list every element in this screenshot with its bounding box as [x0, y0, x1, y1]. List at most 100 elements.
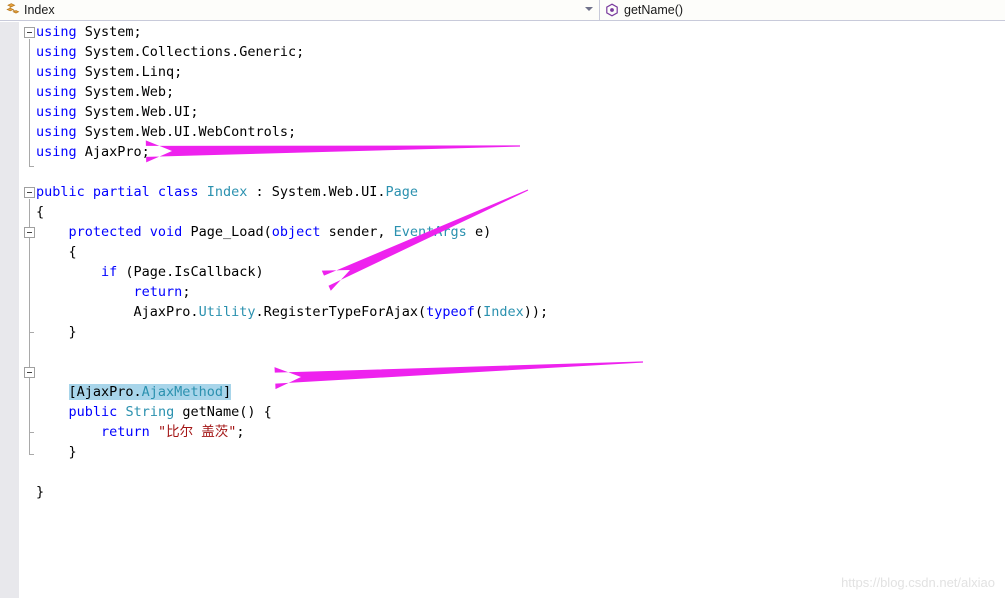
code-token: Index [483, 304, 524, 320]
code-token: using [36, 84, 77, 100]
code-token: typeof [426, 304, 475, 320]
code-token: Page_Load( [182, 224, 272, 240]
code-token: : System.Web.UI. [247, 184, 386, 200]
fold-tick-usings [29, 166, 34, 167]
fold-box-getname[interactable] [24, 367, 35, 378]
code-token: using [36, 124, 77, 140]
code-line[interactable]: AjaxPro.Utility.RegisterTypeForAjax(type… [36, 302, 1005, 322]
code-token: Page [385, 184, 419, 200]
code-line[interactable]: return "比尔 盖茨"; [36, 422, 1005, 442]
code-token: } [36, 324, 77, 340]
code-token: getName() { [174, 404, 272, 420]
code-navigation-bar: Index getName() [0, 0, 1005, 21]
class-icon [6, 3, 20, 14]
code-editor[interactable]: using System; using System.Collections.Ge… [0, 22, 1005, 598]
code-token: using [36, 24, 77, 40]
outlining-margin[interactable] [19, 22, 37, 598]
code-token: e) [466, 224, 492, 240]
code-token: Index [206, 184, 248, 200]
member-dropdown[interactable]: getName() [600, 0, 1005, 21]
code-line[interactable]: } [36, 442, 1005, 462]
code-line[interactable]: { [36, 202, 1005, 222]
code-token: String [125, 404, 175, 420]
code-token: return [101, 424, 150, 440]
code-line[interactable]: { [36, 242, 1005, 262]
fold-box-class[interactable] [24, 187, 35, 198]
code-line[interactable]: return; [36, 282, 1005, 302]
code-line[interactable] [36, 462, 1005, 482]
code-token: System.Web.UI.WebControls; [76, 124, 297, 140]
type-dropdown[interactable]: Index [0, 0, 600, 21]
code-token: )); [523, 304, 549, 320]
code-token: ; [236, 424, 245, 440]
code-line[interactable]: using System.Collections.Generic; [36, 42, 1005, 62]
code-token: ( [474, 304, 484, 320]
code-line[interactable]: } [36, 322, 1005, 342]
code-token: (Page.IsCallback) [117, 264, 264, 280]
code-token: ; [182, 284, 191, 300]
code-token: using [36, 44, 77, 60]
code-token: protected void [68, 224, 183, 240]
code-token: public partial class [36, 184, 199, 200]
code-token: EventArgs [393, 224, 467, 240]
code-token: { [36, 244, 77, 260]
code-line[interactable] [36, 162, 1005, 182]
fold-box-usings[interactable] [24, 27, 35, 38]
method-icon [606, 3, 618, 17]
code-token: sender, [320, 224, 394, 240]
code-line[interactable]: using System.Linq; [36, 62, 1005, 82]
code-token: object [271, 224, 321, 240]
code-token: System.Web.UI; [76, 104, 199, 120]
code-token: AjaxPro. [36, 304, 199, 320]
watermark: https://blog.csdn.net/alxiao [841, 575, 995, 590]
code-token: using [36, 104, 77, 120]
code-token: Utility [198, 304, 256, 320]
code-line[interactable]: using System.Web.UI; [36, 102, 1005, 122]
code-text[interactable]: using System; using System.Collections.Ge… [36, 22, 1005, 598]
code-line[interactable]: using System; [36, 22, 1005, 42]
code-token: "比尔 盖茨" [157, 424, 237, 440]
code-token: } [36, 444, 77, 460]
fold-guide-getname [29, 379, 30, 432]
fold-box-pageload[interactable] [24, 227, 35, 238]
code-line[interactable]: protected void Page_Load(object sender, … [36, 222, 1005, 242]
code-line[interactable] [36, 342, 1005, 362]
code-line[interactable]: [AjaxPro.AjaxMethod] [36, 382, 1005, 402]
code-line[interactable]: } [36, 482, 1005, 502]
code-line[interactable]: if (Page.IsCallback) [36, 262, 1005, 282]
code-token: using [36, 144, 77, 160]
code-token: System.Linq; [76, 64, 183, 80]
code-token: using [36, 64, 77, 80]
type-dropdown-label: Index [24, 2, 55, 17]
code-line[interactable]: using AjaxPro; [36, 142, 1005, 162]
fold-tick-getname [29, 432, 34, 433]
code-token: } [36, 484, 45, 500]
code-line[interactable] [36, 362, 1005, 382]
code-token: AjaxMethod [141, 384, 223, 400]
code-line[interactable]: public partial class Index : System.Web.… [36, 182, 1005, 202]
code-line[interactable]: using System.Web.UI.WebControls; [36, 122, 1005, 142]
code-token: .RegisterTypeForAjax( [255, 304, 427, 320]
code-token: System; [76, 24, 142, 40]
code-token: public [68, 404, 118, 420]
fold-tick-pageload [29, 332, 34, 333]
code-token: AjaxPro; [76, 144, 150, 160]
fold-tick-class [29, 454, 34, 455]
code-token: ] [222, 384, 232, 400]
code-token: return [133, 284, 183, 300]
code-token: if [101, 264, 118, 280]
chevron-down-icon[interactable] [585, 6, 593, 11]
member-dropdown-label: getName() [624, 2, 684, 17]
code-token: System.Web; [76, 84, 175, 100]
selection-margin[interactable] [0, 22, 19, 598]
code-line[interactable]: public String getName() { [36, 402, 1005, 422]
code-line[interactable]: using System.Web; [36, 82, 1005, 102]
